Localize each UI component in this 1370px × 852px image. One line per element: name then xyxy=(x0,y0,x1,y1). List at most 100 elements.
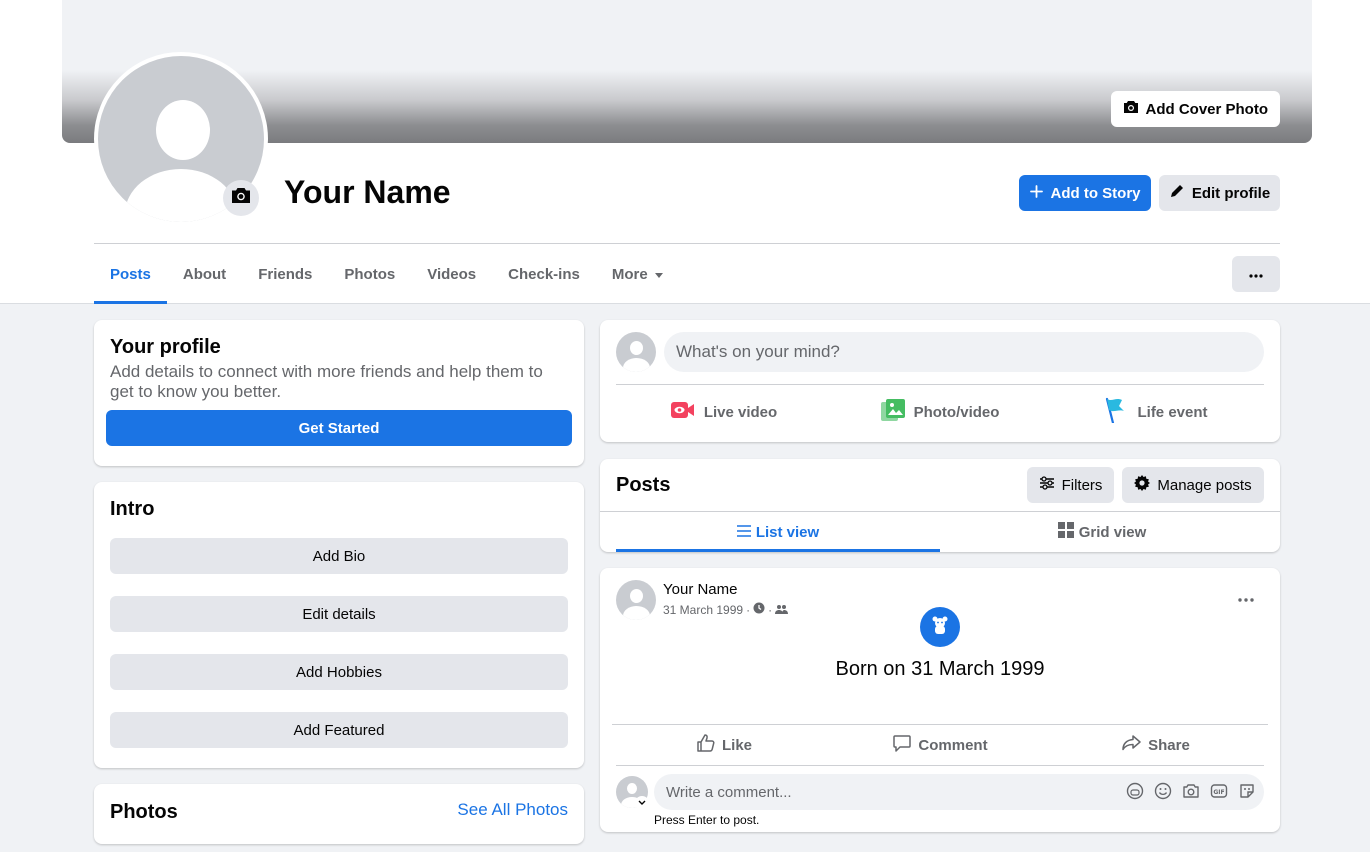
create-post-card: What's on your mind? Live video Photo/vi… xyxy=(600,320,1280,442)
share-icon xyxy=(1122,733,1142,757)
tab-label: Check-ins xyxy=(508,265,580,283)
tab-label: More xyxy=(611,265,648,283)
your-profile-card: Your profile Add details to connect with… xyxy=(94,320,584,466)
divider xyxy=(616,384,1264,385)
share-label: Share xyxy=(1148,736,1190,754)
post-card: Your Name 31 March 1999 · · Born on 31 M… xyxy=(600,568,1280,832)
life-event-button[interactable]: Life event xyxy=(1048,392,1264,432)
chevron-down-icon[interactable] xyxy=(635,796,649,810)
comment-input[interactable]: Write a comment... GIF xyxy=(654,774,1264,810)
comment-icon xyxy=(892,733,912,757)
photo-icon xyxy=(880,399,905,425)
tab-more[interactable]: More xyxy=(596,244,680,304)
intro-card: Intro Add Bio Edit details Add Hobbies A… xyxy=(94,482,584,768)
add-to-story-label: Add to Story xyxy=(1050,184,1141,202)
edit-profile-label: Edit profile xyxy=(1191,184,1271,202)
grid-view-label: Grid view xyxy=(1078,523,1147,541)
edit-profile-button[interactable]: Edit profile xyxy=(1159,175,1280,211)
live-video-icon xyxy=(670,401,695,423)
tab-about[interactable]: About xyxy=(167,244,242,304)
get-started-button[interactable]: Get Started xyxy=(106,410,572,446)
tab-list-view[interactable]: List view xyxy=(616,512,940,552)
manage-posts-label: Manage posts xyxy=(1157,476,1252,494)
filters-label: Filters xyxy=(1061,476,1103,494)
posts-header-card: Posts Filters Manage posts List view Gri… xyxy=(600,459,1280,552)
add-bio-button[interactable]: Add Bio xyxy=(110,538,568,574)
filters-button[interactable]: Filters xyxy=(1027,467,1114,503)
like-button[interactable]: Like xyxy=(616,726,832,764)
grid-icon xyxy=(1057,522,1074,542)
live-video-label: Live video xyxy=(703,403,778,421)
tab-videos[interactable]: Videos xyxy=(411,244,492,304)
camera-icon xyxy=(231,187,251,209)
profile-picture[interactable] xyxy=(94,52,268,226)
add-featured-button[interactable]: Add Featured xyxy=(110,712,568,748)
gif-icon[interactable]: GIF xyxy=(1210,782,1228,804)
profile-more-options-button[interactable] xyxy=(1232,256,1280,292)
post-options-button[interactable] xyxy=(1230,590,1262,606)
tab-label: Photos xyxy=(344,265,396,283)
photo-video-label: Photo/video xyxy=(913,403,1000,421)
life-event-text: Born on 31 March 1999 xyxy=(835,658,1045,680)
camera-icon[interactable] xyxy=(1182,782,1200,804)
ellipsis-icon xyxy=(1249,265,1263,283)
add-cover-photo-label: Add Cover Photo xyxy=(1145,100,1269,118)
live-video-button[interactable]: Live video xyxy=(616,392,832,432)
profile-name: Your Name xyxy=(284,174,451,210)
life-event-badge xyxy=(920,607,960,647)
your-profile-description: Add details to connect with more friends… xyxy=(110,362,543,401)
tab-photos[interactable]: Photos xyxy=(328,244,411,304)
ellipsis-icon xyxy=(1238,589,1254,607)
comment-hint: Press Enter to post. xyxy=(654,813,760,827)
clock-icon xyxy=(753,602,765,617)
camera-icon xyxy=(1123,100,1139,118)
create-post-input[interactable]: What's on your mind? xyxy=(664,332,1264,372)
thumbs-up-icon xyxy=(696,733,716,757)
your-profile-title: Your profile xyxy=(110,336,221,358)
sticker-icon[interactable] xyxy=(1238,782,1256,804)
tab-label: Videos xyxy=(427,265,477,283)
life-event-label: Life event xyxy=(1137,403,1208,421)
tab-grid-view[interactable]: Grid view xyxy=(940,512,1264,552)
svg-text:GIF: GIF xyxy=(1213,789,1224,796)
comment-button[interactable]: Comment xyxy=(832,726,1048,764)
post-date[interactable]: 31 March 1999 xyxy=(663,603,743,617)
tab-posts[interactable]: Posts xyxy=(94,244,167,304)
avatar[interactable] xyxy=(616,332,656,372)
list-icon xyxy=(736,524,751,541)
composer-actions: Live video Photo/video Life event xyxy=(616,392,1264,432)
profile-header: Add Cover Photo Your Name Add to Story E… xyxy=(0,0,1370,304)
divider xyxy=(612,724,1268,725)
see-all-photos-link[interactable]: See All Photos xyxy=(457,800,568,820)
profile-tabs: Posts About Friends Photos Videos Check-… xyxy=(94,244,680,304)
manage-posts-button[interactable]: Manage posts xyxy=(1122,467,1264,503)
post-actions: Like Comment Share xyxy=(616,726,1264,764)
photos-card: Photos See All Photos xyxy=(94,784,584,844)
posts-title: Posts xyxy=(616,474,671,496)
emoji-icon[interactable] xyxy=(1154,782,1172,804)
avatar[interactable] xyxy=(616,580,656,620)
update-profile-picture-button[interactable] xyxy=(223,180,259,216)
comment-label: Comment xyxy=(918,736,988,754)
add-to-story-button[interactable]: Add to Story xyxy=(1019,175,1151,211)
add-hobbies-button[interactable]: Add Hobbies xyxy=(110,654,568,690)
separator-dot: · xyxy=(746,602,751,617)
flag-icon xyxy=(1104,397,1128,427)
avatar-sticker-icon[interactable] xyxy=(1126,782,1144,804)
tab-check-ins[interactable]: Check-ins xyxy=(492,244,596,304)
list-view-label: List view xyxy=(755,523,820,541)
like-label: Like xyxy=(721,736,752,754)
baby-icon xyxy=(930,615,950,640)
post-author[interactable]: Your Name xyxy=(663,581,738,598)
tab-label: Posts xyxy=(110,265,151,283)
photos-title: Photos xyxy=(110,801,178,823)
tab-friends[interactable]: Friends xyxy=(242,244,328,304)
tab-label: About xyxy=(182,265,227,283)
comment-placeholder: Write a comment... xyxy=(666,783,792,801)
share-button[interactable]: Share xyxy=(1048,726,1264,764)
photo-video-button[interactable]: Photo/video xyxy=(832,392,1048,432)
add-cover-photo-button[interactable]: Add Cover Photo xyxy=(1110,91,1280,127)
edit-details-button[interactable]: Edit details xyxy=(110,596,568,632)
comment-tools: GIF xyxy=(1126,782,1256,804)
friends-audience-icon[interactable] xyxy=(775,603,789,617)
